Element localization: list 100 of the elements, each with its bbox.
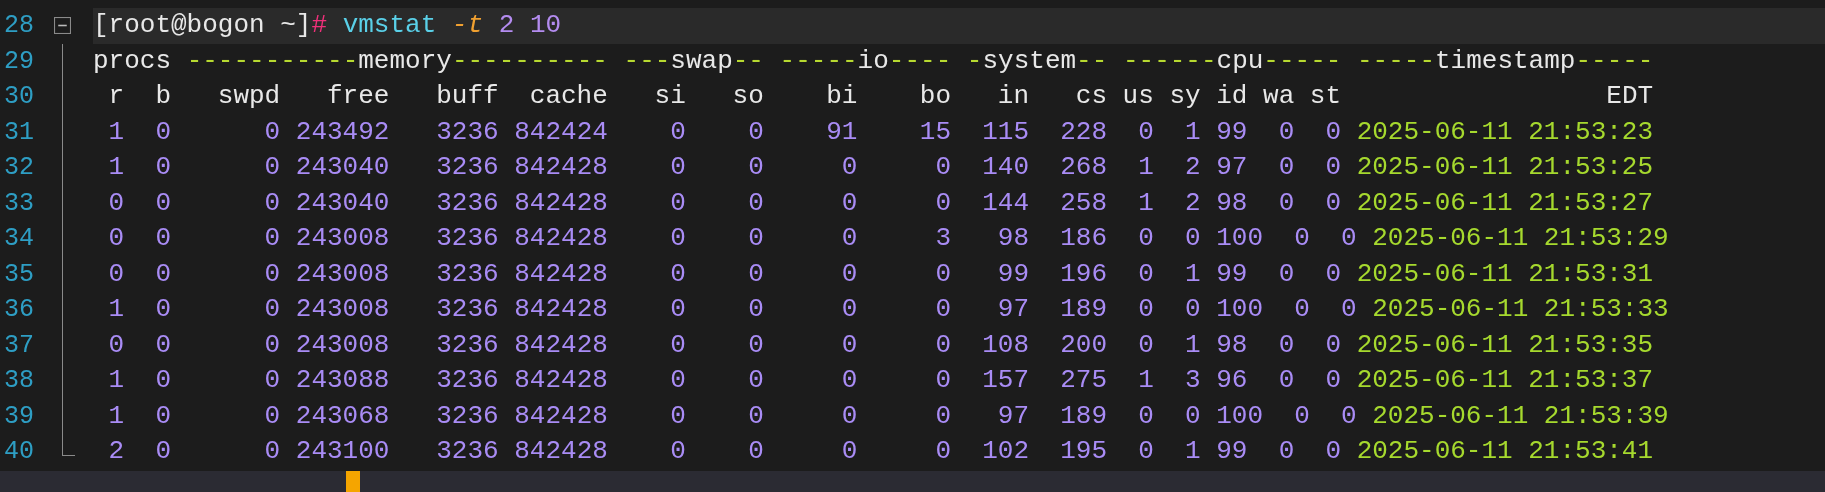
column-group-header: procs -----------memory---------- ---swap-- -----io---- -system-- ------cpu----- -----timestamp-----	[93, 44, 1654, 78]
table-cell-text: 243008	[295, 257, 390, 291]
table-cell-text: 0	[747, 222, 764, 255]
timestamp: 2025-06-11 21:53:35	[1356, 328, 1654, 362]
table-cell-text: 0	[263, 222, 281, 255]
table-cell-text: 0	[154, 328, 171, 362]
table-cell-text: 0	[1324, 328, 1342, 362]
line-number: 33	[3, 187, 35, 220]
table-cell-text: 0	[669, 435, 686, 468]
timestamp: 2025-06-11 21:53:31	[1356, 257, 1654, 291]
table-cell-text: 157	[981, 364, 1030, 397]
table-cell-text: 3236	[435, 186, 499, 220]
table-cell-text: 0	[747, 293, 764, 326]
table-cell-text: 243040	[295, 151, 390, 184]
table-cell-text: 0	[934, 151, 952, 184]
line-number: 37	[3, 329, 35, 362]
table-cell-text: 0	[154, 364, 171, 397]
table-cell-text: 842428	[514, 328, 608, 362]
table-cell-text: 0	[1340, 293, 1357, 326]
table-cell-text: 0	[669, 293, 686, 326]
table-cell-text: 0	[154, 435, 171, 468]
table-cell-text: 0	[154, 222, 171, 255]
timestamp: 2025-06-11 21:53:37	[1356, 364, 1654, 397]
line-number: 30	[3, 81, 35, 113]
table-cell-text: 0	[1324, 364, 1342, 397]
table-cell-text: 0	[1340, 222, 1357, 255]
table-cell-text: 100	[1216, 222, 1264, 255]
table-cell-text: 1	[107, 293, 125, 326]
table-cell-text: 0	[154, 115, 171, 149]
table-cell-text: 0	[107, 186, 125, 220]
column-header: in	[996, 80, 1029, 113]
table-cell-text: 0	[263, 328, 281, 362]
table-cell-text: 189	[1059, 399, 1108, 433]
fold-end-line	[62, 434, 75, 457]
table-cell-text: 0	[840, 364, 858, 397]
table-cell-text: 0	[1324, 435, 1342, 468]
table-cell-text: 842428	[514, 222, 608, 255]
timestamp: 2025-06-11 21:53:39	[1372, 399, 1669, 433]
table-cell-text: 3236	[435, 328, 499, 362]
table-cell-text: 97	[996, 293, 1030, 326]
table-cell-text: 2	[1184, 151, 1201, 184]
table-cell-text: 0	[669, 364, 686, 397]
table-cell-text: 0	[669, 115, 686, 149]
table-cell-text: 0	[747, 151, 764, 184]
table-cell-text: 3236	[435, 293, 499, 326]
table-cell-text: 0	[1184, 293, 1201, 326]
column-header: us	[1122, 80, 1154, 113]
table-cell-text: 97	[1216, 151, 1248, 184]
table-cell-text: 0	[1277, 328, 1295, 362]
table-cell-text: 108	[981, 328, 1030, 362]
table-cell-text: 0	[263, 293, 281, 326]
table-cell-text: 0	[107, 222, 125, 255]
table-cell-text: 3236	[435, 222, 499, 255]
prompt-symbol: #	[311, 9, 328, 42]
timestamp: 2025-06-11 21:53:23	[1356, 115, 1654, 149]
table-cell-text: 99	[1216, 435, 1248, 468]
table-cell-text: 0	[1293, 293, 1310, 326]
table-cell-text: 0	[154, 186, 171, 220]
table-cell-text: 0	[1324, 186, 1342, 220]
shell-prompt: [root@bogon ~]	[93, 9, 312, 42]
table-cell-text: 0	[669, 399, 686, 433]
column-header: b	[154, 80, 171, 113]
column-header: id	[1216, 80, 1248, 113]
table-cell-text: 842428	[514, 257, 608, 291]
table-cell-text: 99	[1216, 257, 1248, 291]
table-cell-text: 842428	[514, 186, 608, 220]
table-cell-text: 115	[981, 115, 1030, 149]
table-cell-text: 0	[934, 328, 952, 362]
table-cell-text: 0	[1293, 222, 1310, 255]
column-header: wa	[1263, 80, 1295, 113]
collapse-icon[interactable]	[54, 17, 71, 35]
table-cell-text: 3236	[435, 435, 499, 468]
table-cell-text: 1	[1184, 328, 1201, 362]
line-number: 31	[3, 116, 35, 149]
table-cell-text: 2	[107, 435, 125, 468]
table-cell-text: 0	[1137, 293, 1154, 326]
timestamp: 2025-06-11 21:53:25	[1356, 151, 1654, 184]
table-cell-text: 0	[263, 364, 281, 397]
table-cell-text: 0	[1137, 328, 1154, 362]
table-cell-text: 0	[1277, 435, 1295, 468]
table-cell-text: 0	[747, 328, 764, 362]
table-cell-text: 0	[1137, 399, 1154, 433]
command-name: vmstat	[342, 9, 437, 42]
table-cell-text: 243008	[295, 293, 390, 326]
table-cell-text: 98	[996, 222, 1030, 255]
table-cell-text: 243040	[295, 186, 390, 220]
table-cell-text: 243068	[295, 399, 390, 433]
table-cell-text: 0	[263, 257, 281, 291]
table-cell-text: 842428	[514, 435, 608, 468]
table-cell-text: 0	[1137, 222, 1154, 255]
table-cell-text: 0	[1184, 222, 1201, 255]
table-cell-text: 3236	[435, 399, 499, 433]
table-cell-text: 1	[107, 115, 125, 149]
table-cell-text: 0	[840, 257, 858, 291]
table-cell-text: 0	[840, 399, 858, 433]
table-cell-text: 0	[1137, 435, 1154, 468]
table-cell-text: 0	[1340, 399, 1357, 433]
table-cell-text: 3236	[435, 115, 499, 149]
line-number: 38	[3, 365, 35, 397]
line-number: 36	[3, 294, 35, 326]
